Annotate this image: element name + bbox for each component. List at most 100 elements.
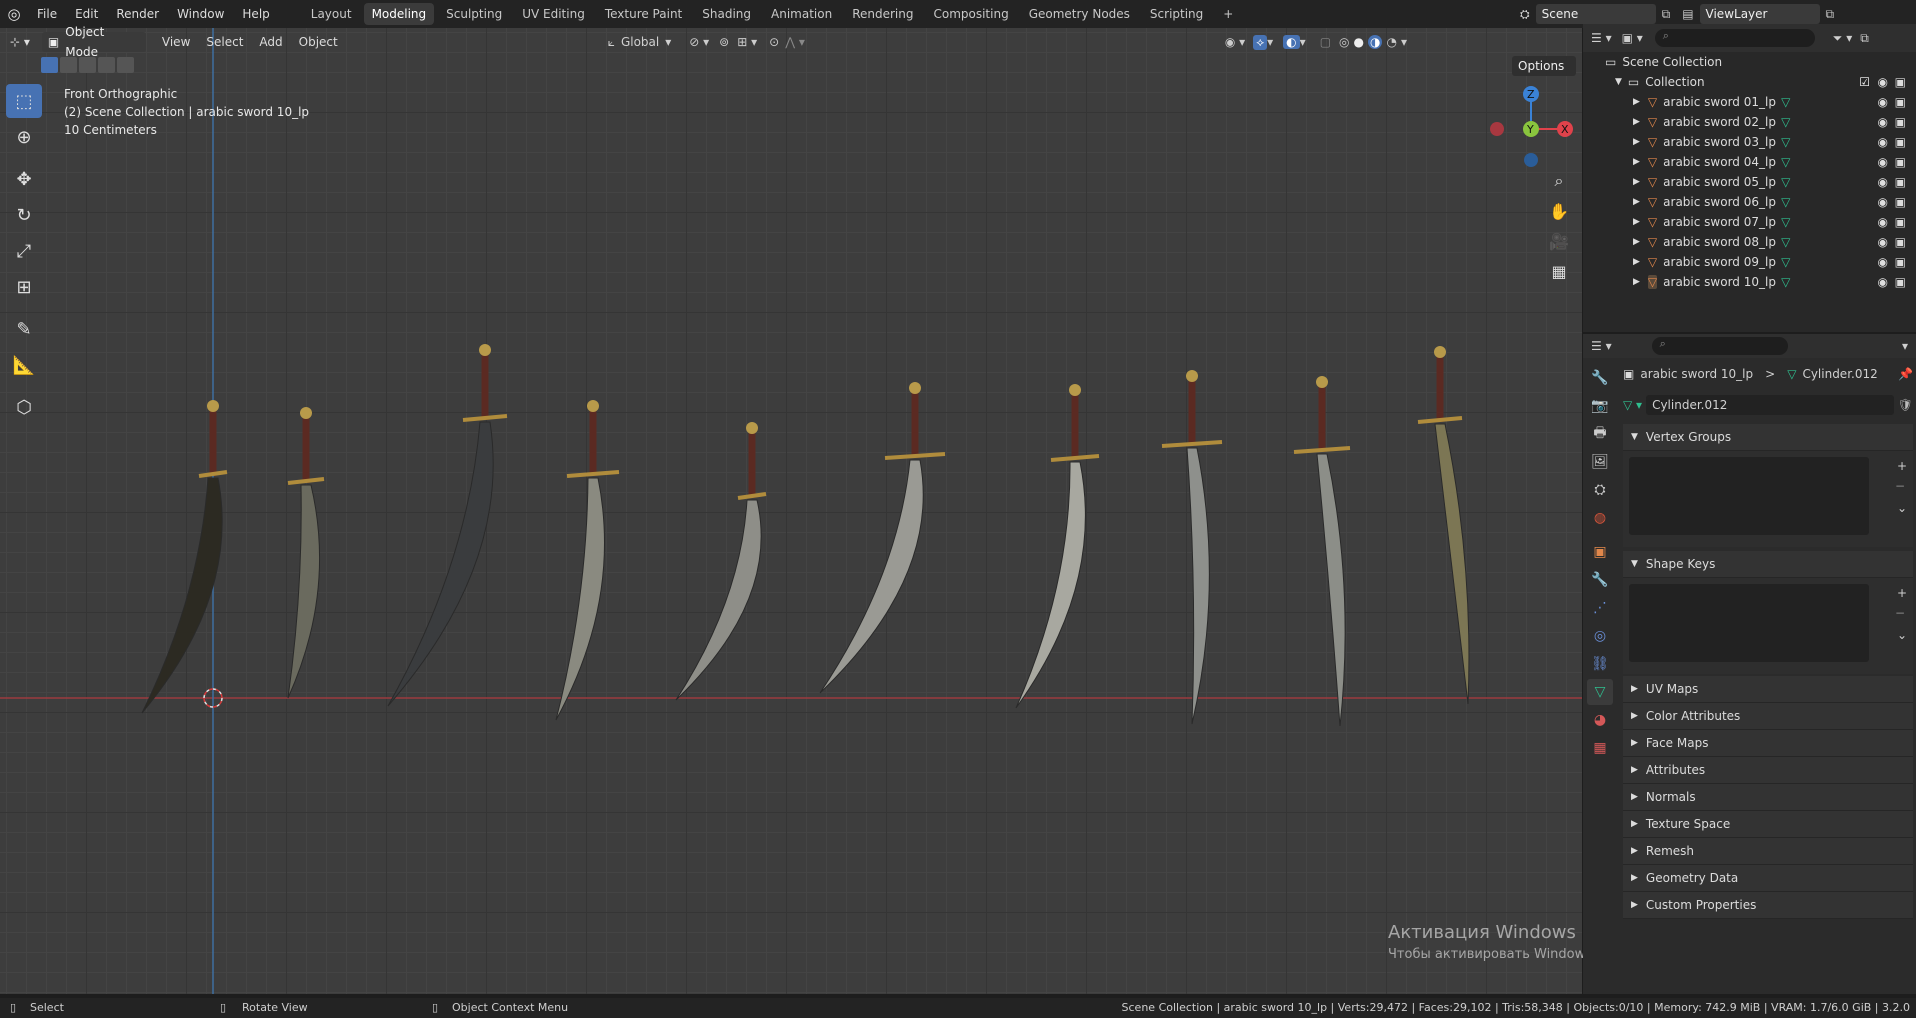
overlay-toggle-icon[interactable]: ◐ [1283, 35, 1300, 49]
expand-chevron-icon[interactable]: ▶ [1633, 97, 1640, 107]
add-workspace-button[interactable]: + [1215, 3, 1241, 25]
expand-chevron-icon[interactable]: ▶ [1633, 197, 1640, 207]
expand-chevron-icon[interactable]: ▼ [1615, 77, 1622, 87]
outliner-item[interactable]: ▶ ▽ arabic sword 10_lp ▽ ◉ ▣ [1583, 272, 1916, 292]
overlay-menu-icon[interactable]: ▾ [1300, 35, 1306, 49]
outliner-item[interactable]: ▶ ▽ arabic sword 07_lp ▽ ◉ ▣ [1583, 212, 1916, 232]
panel-geometry-data[interactable]: ▶ Geometry Data [1623, 865, 1913, 892]
copy-viewlayer-icon[interactable]: ⧉ [1826, 7, 1835, 22]
eye-icon[interactable]: ◉ [1878, 115, 1888, 129]
falloff-icon[interactable]: ⋀ ▾ [785, 35, 805, 49]
properties-editor-icon[interactable]: ☰ ▾ [1591, 339, 1612, 353]
sword-5[interactable] [675, 422, 767, 701]
tab-rendering[interactable]: Rendering [844, 3, 921, 25]
outliner-item[interactable]: ▶ ▽ arabic sword 09_lp ▽ ◉ ▣ [1583, 252, 1916, 272]
solid-shading-icon[interactable]: ● [1354, 35, 1364, 49]
sword-1[interactable] [141, 400, 228, 714]
outliner-editor-icon[interactable]: ☰ ▾ [1591, 31, 1612, 45]
rendered-shading-icon[interactable]: ◔ [1386, 35, 1396, 49]
tab-compositing[interactable]: Compositing [925, 3, 1016, 25]
panel-remesh[interactable]: ▶ Remesh [1623, 838, 1913, 865]
outliner-item[interactable]: ▶ ▽ arabic sword 08_lp ▽ ◉ ▣ [1583, 232, 1916, 252]
mesh-data-icon[interactable]: ▽ [1781, 235, 1790, 249]
mesh-browse-icon[interactable]: ▽ ▾ [1623, 398, 1642, 412]
xray-icon[interactable]: ▢ [1320, 35, 1331, 49]
menu-add[interactable]: Add [251, 31, 290, 53]
object-mode-dropdown[interactable]: ▣ Object Mode [41, 25, 146, 59]
tab-animation[interactable]: Animation [763, 3, 840, 25]
camera-icon[interactable]: ▣ [1895, 275, 1906, 289]
eye-icon[interactable]: ◉ [1878, 275, 1888, 289]
menu-window[interactable]: Window [168, 0, 233, 28]
scene-tab-icon[interactable]: ⛭ [1587, 477, 1613, 503]
transform-orientation-dropdown[interactable]: ⟀ Global ▾ [608, 35, 672, 50]
new-collection-icon[interactable]: ⧉ [1860, 31, 1869, 46]
material-shading-icon[interactable]: ◑ [1368, 35, 1383, 49]
camera-icon[interactable]: ▣ [1895, 75, 1906, 89]
view-layer-tab-icon[interactable]: 🖼 [1587, 449, 1613, 475]
copy-scene-icon[interactable]: ⧉ [1662, 7, 1671, 22]
panel-color-attributes[interactable]: ▶ Color Attributes [1623, 703, 1913, 730]
outliner-item[interactable]: ▶ ▽ arabic sword 04_lp ▽ ◉ ▣ [1583, 152, 1916, 172]
camera-icon[interactable]: ▣ [1895, 255, 1906, 269]
ortho-grid-icon[interactable]: ▦ [1546, 258, 1572, 284]
scene-collection-row[interactable]: ▭ Scene Collection [1583, 52, 1916, 72]
scale-tool[interactable]: ⤢ [6, 234, 42, 268]
sword-9[interactable] [1293, 376, 1351, 727]
outliner-item[interactable]: ▶ ▽ arabic sword 05_lp ▽ ◉ ▣ [1583, 172, 1916, 192]
mesh-data-icon[interactable]: ▽ [1781, 215, 1790, 229]
select-extend-icon[interactable] [60, 57, 77, 73]
gizmo-toggle-icon[interactable]: ⟡ [1253, 34, 1268, 50]
eye-icon[interactable]: ◉ [1878, 135, 1888, 149]
mesh-data-icon[interactable]: ▽ [1781, 275, 1790, 289]
select-invert-icon[interactable] [98, 57, 115, 73]
outliner-item[interactable]: ▶ ▽ arabic sword 02_lp ▽ ◉ ▣ [1583, 112, 1916, 132]
camera-icon[interactable]: ▣ [1895, 115, 1906, 129]
snap-target-icon[interactable]: ⊞ ▾ [737, 35, 757, 49]
particles-tab-icon[interactable]: ⋰ [1587, 595, 1613, 621]
navigation-gizmo[interactable]: Z X Y [1487, 83, 1577, 173]
select-new-icon[interactable] [41, 57, 58, 73]
tab-texture-paint[interactable]: Texture Paint [597, 3, 690, 25]
expand-chevron-icon[interactable]: ▶ [1633, 257, 1640, 267]
panel-uv-maps[interactable]: ▶ UV Maps [1623, 676, 1913, 703]
add-shape-key-icon[interactable]: + [1897, 586, 1907, 600]
zoom-icon[interactable]: ⌕ [1546, 168, 1572, 194]
neg-z-axis-icon[interactable] [1524, 153, 1538, 167]
eye-icon[interactable]: ◉ [1878, 195, 1888, 209]
display-mode-icon[interactable]: ▣ ▾ [1622, 31, 1643, 45]
collection-row[interactable]: ▼ ▭ Collection ☑ ◉ ▣ [1583, 72, 1916, 92]
proportional-edit-icon[interactable]: ⊙ [769, 35, 779, 49]
gizmo-menu-icon[interactable]: ▾ [1267, 35, 1273, 49]
eye-icon[interactable]: ◉ [1878, 215, 1888, 229]
remove-vertex-group-icon[interactable]: − [1895, 479, 1905, 493]
scene-icon[interactable]: ⛭ [1520, 7, 1530, 22]
annotate-tool[interactable]: ✎ [6, 312, 42, 346]
viewlayer-icon[interactable]: ▤ [1682, 7, 1693, 21]
3d-viewport[interactable] [0, 28, 1582, 994]
shape-keys-list[interactable] [1629, 584, 1869, 662]
select-subtract-icon[interactable] [79, 57, 96, 73]
menu-select[interactable]: Select [198, 31, 251, 53]
eye-icon[interactable]: ◉ [1878, 175, 1888, 189]
eye-icon[interactable]: ◉ [1878, 95, 1888, 109]
wireframe-shading-icon[interactable]: ◎ [1339, 35, 1349, 49]
panel-attributes[interactable]: ▶ Attributes [1623, 757, 1913, 784]
shape-key-menu-icon[interactable]: ⌄ [1897, 628, 1907, 642]
pivot-icon[interactable]: ⊘ ▾ [689, 35, 709, 49]
menu-help[interactable]: Help [233, 0, 278, 28]
add-cube-tool[interactable]: ⬡ [6, 390, 42, 424]
tab-scripting[interactable]: Scripting [1142, 3, 1211, 25]
mesh-name-field[interactable]: Cylinder.012 [1646, 395, 1894, 415]
filter-icon[interactable]: ⏷ ▾ [1833, 31, 1852, 46]
camera-icon[interactable]: ▣ [1895, 235, 1906, 249]
menu-view[interactable]: View [154, 31, 198, 53]
visibility-icon[interactable]: ◉ ▾ [1225, 35, 1245, 49]
sword-10[interactable] [1417, 346, 1470, 705]
eye-icon[interactable]: ◉ [1878, 155, 1888, 169]
mesh-data-icon[interactable]: ▽ [1781, 155, 1790, 169]
mesh-data-icon[interactable]: ▽ [1781, 115, 1790, 129]
properties-options-icon[interactable]: ▾ [1902, 339, 1908, 353]
mesh-data-icon[interactable]: ▽ [1781, 135, 1790, 149]
fake-user-icon[interactable]: 🛡 [1898, 398, 1913, 412]
